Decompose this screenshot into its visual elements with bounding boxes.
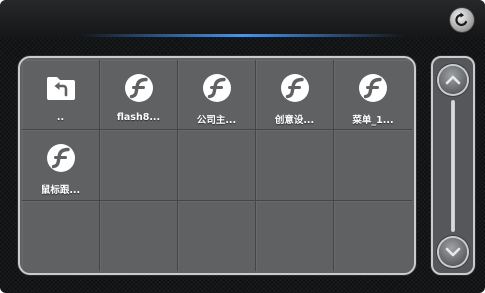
- top-glow: [80, 34, 405, 37]
- empty-cell: [178, 130, 256, 201]
- flash-file-icon: [359, 74, 387, 102]
- empty-cell: [256, 200, 334, 271]
- scroll-track[interactable]: [451, 100, 455, 232]
- file-item[interactable]: 公司主...: [178, 60, 256, 131]
- file-label: 鼠标跟...: [40, 185, 81, 197]
- file-item[interactable]: ..: [22, 60, 100, 131]
- folder-up-icon: [46, 77, 75, 100]
- top-bar: [0, 0, 485, 38]
- empty-cell: [334, 130, 412, 201]
- back-arrow-icon: [455, 12, 468, 27]
- file-label: 创意设...: [274, 115, 315, 126]
- file-label: 公司主...: [196, 115, 237, 126]
- flash-file-icon: [46, 144, 75, 173]
- flash-file-icon: [280, 74, 309, 102]
- file-item[interactable]: 菜单_1...: [334, 60, 412, 131]
- empty-cell: [100, 200, 178, 271]
- file-label: ..: [56, 112, 65, 123]
- screen: .. flash8... 公司主... 创意设... 菜单_1... 鼠标跟..…: [0, 0, 485, 293]
- file-item[interactable]: 鼠标跟...: [22, 130, 100, 201]
- flash-file-icon: [124, 74, 153, 102]
- file-item[interactable]: 创意设...: [256, 60, 334, 131]
- file-label: 菜单_1...: [352, 115, 394, 126]
- empty-cell: [334, 201, 412, 271]
- file-item[interactable]: flash8...: [100, 60, 178, 131]
- empty-cell: [100, 130, 178, 201]
- empty-cell: [256, 130, 334, 201]
- file-grid: .. flash8... 公司主... 创意设... 菜单_1... 鼠标跟..…: [22, 60, 412, 271]
- scrollbar[interactable]: [431, 56, 475, 275]
- file-label: flash8...: [116, 112, 161, 123]
- chevron-up-icon: [445, 75, 461, 85]
- flash-file-icon: [202, 74, 231, 102]
- empty-cell: [22, 200, 100, 271]
- empty-cell: [178, 200, 256, 271]
- back-button[interactable]: [450, 8, 474, 32]
- scroll-down-button[interactable]: [439, 238, 467, 266]
- chevron-down-icon: [445, 247, 461, 257]
- file-browser-panel: .. flash8... 公司主... 创意设... 菜单_1... 鼠标跟..…: [18, 56, 416, 275]
- scroll-up-button[interactable]: [439, 66, 467, 94]
